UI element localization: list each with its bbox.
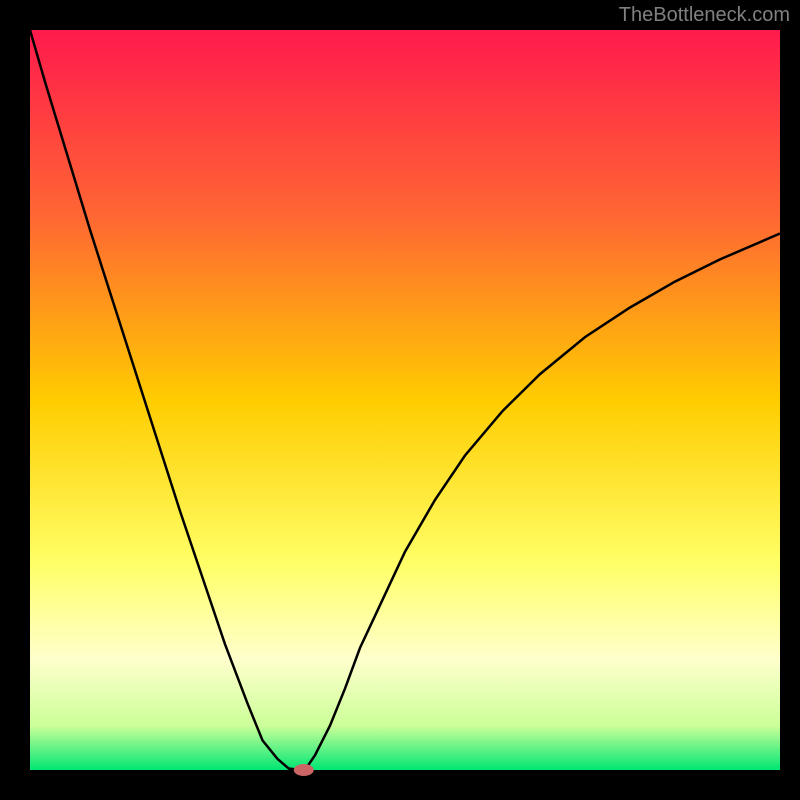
minimum-marker	[294, 764, 314, 776]
plot-background	[30, 30, 780, 770]
watermark-text: TheBottleneck.com	[619, 4, 790, 27]
chart-container: { "watermark": "TheBottleneck.com", "cha…	[0, 0, 800, 800]
chart-svg	[0, 0, 800, 800]
